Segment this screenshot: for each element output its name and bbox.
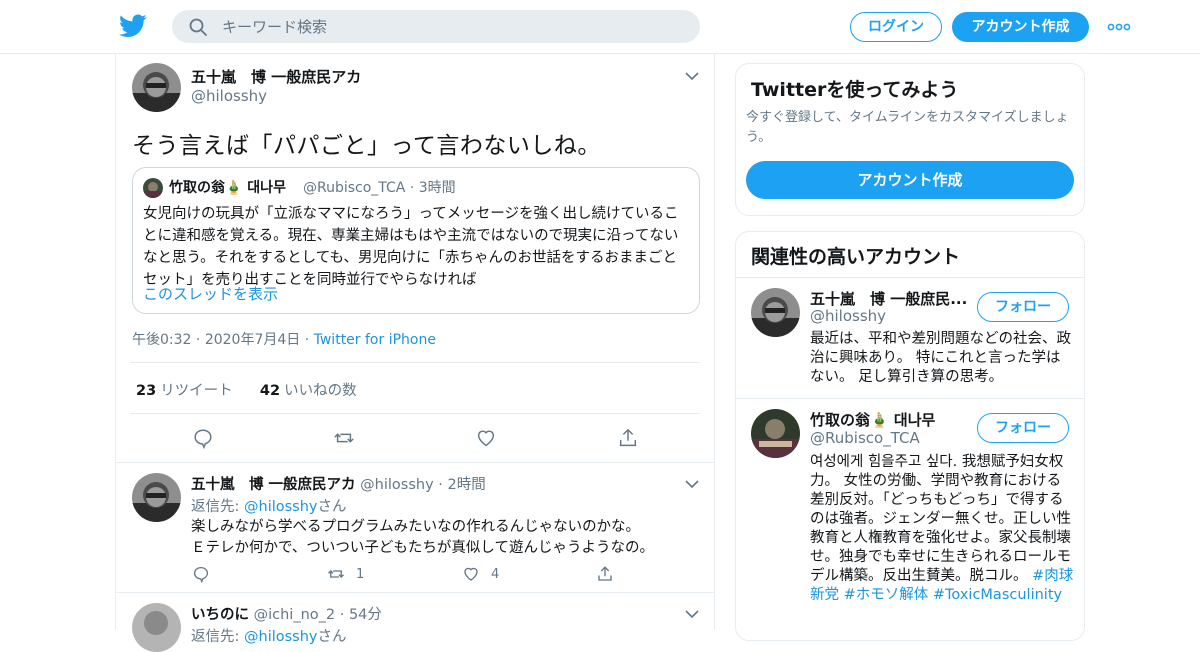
separator-dot: ·	[339, 607, 349, 623]
top-bar: ログイン アカウント作成	[0, 0, 1200, 54]
reply-tweet[interactable]: 五十嵐 博 一般庶民アカ @hilosshy · 2時間 返信先: @hilos…	[116, 462, 714, 592]
reply-to-prefix: 返信先:	[191, 629, 244, 645]
chevron-down-icon[interactable]	[684, 609, 700, 619]
reply-retweet-count: 1	[356, 566, 365, 582]
reply-to-prefix: 返信先:	[191, 499, 244, 515]
reply-to-suffix: さん	[317, 629, 347, 645]
reply-to: 返信先: @hilosshyさん	[191, 625, 347, 646]
signup-card: Twitterを使ってみよう 今すぐ登録して、タイムラインをカスタマイズしましょ…	[735, 63, 1085, 216]
quoted-author-name: 竹取の翁🎍 대나무	[169, 180, 286, 196]
divider	[130, 362, 700, 363]
retweet-count: 23	[136, 383, 157, 399]
quoted-author-handle: @Rubisco_TCA	[303, 180, 406, 196]
share-icon	[598, 566, 612, 581]
reply-action[interactable]	[192, 565, 220, 583]
like-action[interactable]: 4	[461, 565, 499, 583]
avatar[interactable]	[751, 288, 800, 337]
reply-author-handle[interactable]: @ichi_no_2	[254, 607, 336, 623]
share-icon[interactable]	[617, 427, 639, 449]
like-stat[interactable]: 42 いいねの数	[260, 383, 357, 399]
chevron-down-icon[interactable]	[684, 479, 700, 489]
reply-author-name[interactable]: いちのに	[191, 607, 249, 623]
tweet-meta: 午後0:32 · 2020年7月4日 · Twitter for iPhone	[132, 329, 436, 349]
account-bio: 最近は、平和や差別問題などの社会、政治に興味あり。 特にこれと言った学はない。 …	[810, 331, 1071, 385]
chevron-down-icon[interactable]	[684, 71, 700, 81]
avatar[interactable]	[132, 63, 181, 112]
account-handle[interactable]: @Rubisco_TCA	[810, 429, 920, 447]
retweet-icon[interactable]	[333, 427, 355, 449]
follow-button[interactable]: フォロー	[977, 413, 1069, 443]
reply-text-line: 楽しみながら学べるプログラムみたいなの作れるんじゃないのかな。	[191, 519, 641, 535]
more-options-icon[interactable]	[1107, 20, 1131, 34]
account-name[interactable]: 竹取の翁🎍 대나무	[810, 409, 935, 430]
author-handle[interactable]: @hilosshy	[191, 87, 267, 105]
reply-to-link[interactable]: @hilosshy	[244, 629, 318, 645]
signup-card-subtitle: 今すぐ登録して、タイムラインをカスタマイズしましょう。	[746, 110, 1069, 145]
hashtag-link[interactable]: #ToxicMasculinity	[933, 587, 1062, 603]
reply-icon	[193, 566, 209, 583]
related-accounts-card: 関連性の高いアカウント 五十嵐 博 一般庶民... @hilosshy フォロー…	[735, 231, 1085, 641]
heart-icon[interactable]	[475, 427, 497, 449]
reply-to: 返信先: @hilosshyさん	[191, 495, 347, 516]
retweet-label: リツイート	[160, 383, 233, 399]
separator-dot: ·	[409, 180, 419, 196]
quoted-author-meta: @Rubisco_TCA · 3時間	[303, 177, 456, 197]
login-button[interactable]: ログイン	[850, 12, 942, 42]
heart-icon	[464, 567, 478, 581]
follow-button[interactable]: フォロー	[977, 292, 1069, 322]
show-thread-link[interactable]: このスレッドを表示	[143, 283, 278, 304]
retweet-action[interactable]: 1	[326, 565, 364, 583]
divider	[130, 413, 700, 414]
reply-header: 五十嵐 博 一般庶民アカ @hilosshy · 2時間	[191, 473, 486, 494]
tweet-text: そう言えば「パパごと」って言わないしね。	[132, 133, 601, 159]
search-input[interactable]	[222, 10, 682, 43]
reply-time[interactable]: 54分	[349, 607, 382, 623]
reply-author-name[interactable]: 五十嵐 博 一般庶民アカ	[191, 477, 356, 493]
separator-dot: ·	[304, 332, 314, 348]
quoted-tweet[interactable]: 竹取の翁🎍 대나무 @Rubisco_TCA · 3時間 女児向けの玩具が「立派…	[132, 167, 700, 314]
like-label: いいねの数	[284, 383, 357, 399]
quoted-avatar	[143, 178, 163, 198]
reply-like-count: 4	[491, 566, 500, 582]
reply-time[interactable]: 2時間	[448, 477, 486, 493]
signup-card-button[interactable]: アカウント作成	[746, 161, 1074, 199]
twitter-logo-icon[interactable]	[119, 13, 147, 39]
search-bar[interactable]	[172, 10, 700, 43]
reply-author-handle[interactable]: @hilosshy	[360, 477, 434, 493]
account-name[interactable]: 五十嵐 博 一般庶民...	[810, 288, 967, 309]
reply-to-suffix: さん	[317, 499, 347, 515]
separator-dot: ·	[438, 477, 448, 493]
quoted-text: 女児向けの玩具が「立派なママになろう」ってメッセージを強く出し続けていることに違…	[143, 206, 679, 288]
search-icon	[189, 18, 207, 36]
avatar[interactable]	[132, 603, 181, 652]
related-accounts-title: 関連性の高いアカウント	[751, 246, 961, 268]
retweet-stat[interactable]: 23 リツイート	[136, 383, 233, 399]
hashtag-link[interactable]: #ホモソ解体	[844, 587, 929, 603]
retweet-icon	[328, 570, 344, 578]
account-row[interactable]: 五十嵐 博 一般庶民... @hilosshy フォロー 最近は、平和や差別問題…	[736, 277, 1084, 398]
tweet-column: 五十嵐 博 一般庶民アカ @hilosshy そう言えば「パパごと」って言わない…	[115, 54, 715, 652]
account-handle[interactable]: @hilosshy	[810, 307, 886, 325]
separator-dot: ·	[195, 332, 205, 348]
reply-tweet[interactable]: いちのに @ichi_no_2 · 54分 返信先: @hilosshyさん	[116, 592, 714, 652]
tweet-date[interactable]: 2020年7月4日	[205, 332, 300, 348]
share-action[interactable]	[596, 565, 624, 583]
tweet-stats: 23 リツイート 42 いいねの数	[136, 379, 357, 400]
avatar[interactable]	[132, 473, 181, 522]
reply-header: いちのに @ichi_no_2 · 54分	[191, 603, 382, 624]
signup-card-title: Twitterを使ってみよう	[751, 79, 959, 101]
tweet-time[interactable]: 午後0:32	[132, 332, 191, 348]
reply-text-line: Ｅテレか何かで、ついつい子どもたちが真似して遊んじゃうようなの。	[191, 540, 654, 556]
author-name[interactable]: 五十嵐 博 一般庶民アカ	[191, 66, 361, 87]
reply-to-link[interactable]: @hilosshy	[244, 499, 318, 515]
account-row[interactable]: 竹取の翁🎍 대나무 @Rubisco_TCA フォロー 여성에게 힘을주고 싶다…	[736, 398, 1084, 638]
account-bio: 여성에게 힘을주고 싶다. 我想赋予妇女权力。 女性の労働、学問や教育における差…	[810, 453, 1074, 605]
reply-icon[interactable]	[192, 427, 214, 449]
avatar[interactable]	[751, 409, 800, 458]
quoted-time: 3時間	[418, 180, 456, 196]
like-count: 42	[259, 383, 281, 399]
tweet-source-link[interactable]: Twitter for iPhone	[314, 332, 436, 348]
signup-button[interactable]: アカウント作成	[952, 12, 1089, 42]
account-bio-text: 여성에게 힘을주고 싶다. 我想赋予妇女权力。 女性の労働、学問や教育における差…	[810, 454, 1071, 584]
